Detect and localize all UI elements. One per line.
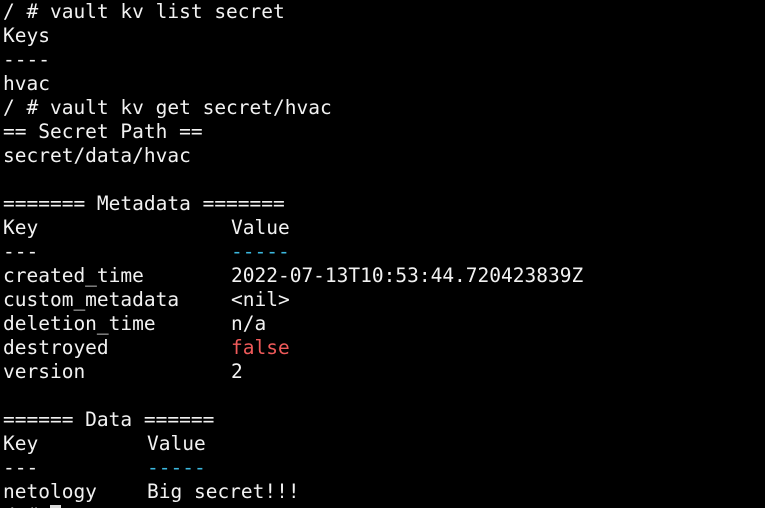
metadata-row: version 2 — [3, 360, 763, 384]
metadata-value: 2022-07-13T10:53:44.720423839Z — [231, 264, 584, 287]
prompt-line[interactable]: / # — [3, 504, 763, 508]
command-line-list: / # vault kv list secret — [3, 0, 285, 23]
terminal-output: / # vault kv list secret Keys ---- hvac … — [3, 0, 763, 508]
data-banner: ====== Data ====== — [3, 408, 215, 431]
metadata-value: 2 — [231, 360, 243, 383]
shell-prompt: / # — [3, 504, 38, 508]
metadata-rule-row: --- ----- — [3, 240, 763, 264]
metadata-header-value: Value — [231, 216, 290, 239]
data-header-value: Value — [147, 432, 206, 455]
data-header-row: Key Value — [3, 432, 763, 456]
metadata-rule-key: --- — [3, 240, 39, 263]
list-item: hvac — [3, 72, 50, 95]
data-rule-row: --- ----- — [3, 456, 763, 480]
secret-path-banner: == Secret Path == — [3, 120, 203, 143]
metadata-value: <nil> — [231, 288, 290, 311]
metadata-row: destroyed false — [3, 336, 763, 360]
metadata-header-row: Key Value — [3, 216, 763, 240]
data-rule-value: ----- — [147, 456, 206, 479]
metadata-header-key: Key — [3, 216, 39, 239]
metadata-key: deletion_time — [3, 312, 156, 335]
metadata-row: created_time 2022-07-13T10:53:44.72042383… — [3, 264, 763, 288]
list-header: Keys — [3, 24, 50, 47]
metadata-key: custom_metadata — [3, 288, 180, 311]
secret-path-value: secret/data/hvac — [3, 144, 191, 167]
data-rule-key: --- — [3, 456, 39, 479]
metadata-rule-value: ----- — [231, 240, 290, 263]
metadata-value: n/a — [231, 312, 267, 335]
metadata-key: created_time — [3, 264, 144, 287]
metadata-row: custom_metadata <nil> — [3, 288, 763, 312]
data-row: netology Big secret!!! — [3, 480, 763, 504]
metadata-key: destroyed — [3, 336, 109, 359]
metadata-banner: ======= Metadata ======= — [3, 192, 285, 215]
data-value: Big secret!!! — [147, 480, 300, 503]
metadata-key: version — [3, 360, 86, 383]
metadata-value-false: false — [231, 336, 290, 359]
data-key: netology — [3, 480, 97, 503]
metadata-row: deletion_time n/a — [3, 312, 763, 336]
command-line-get: / # vault kv get secret/hvac — [3, 96, 332, 119]
terminal-window[interactable]: / # vault kv list secret Keys ---- hvac … — [0, 0, 765, 508]
list-rule: ---- — [3, 48, 50, 71]
data-header-key: Key — [3, 432, 39, 455]
